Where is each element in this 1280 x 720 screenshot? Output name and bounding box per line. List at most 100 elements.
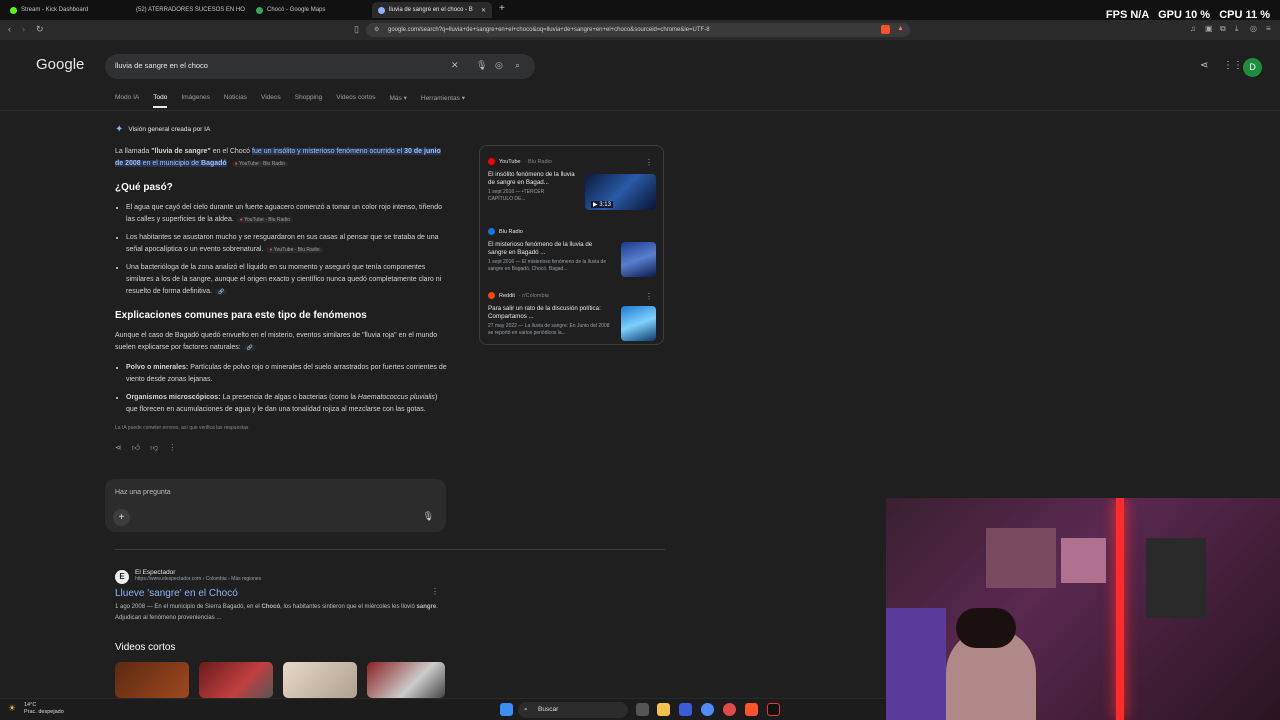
tab-shopping[interactable]: Shopping <box>295 94 322 108</box>
apps-grid-icon[interactable]: ⋮⋮ <box>1223 60 1243 71</box>
tab-youtube[interactable]: (52) ATERRADORES SUCESOS EN HO <box>126 2 246 18</box>
site-favicon: E <box>115 570 129 584</box>
source-pill[interactable]: ● YouTube · Blu Radio <box>266 247 323 253</box>
tab-todo[interactable]: Todo <box>153 94 168 108</box>
more-options-icon[interactable]: ⋮ <box>168 442 176 454</box>
ask-input[interactable]: Haz una pregunta <box>115 489 171 496</box>
tab-imagenes[interactable]: Imágenes <box>181 94 210 108</box>
wallet-icon[interactable]: ◎ <box>1250 24 1257 33</box>
browser-toolbar: ‹ › ↻ ▯ ⚙ google.com/search?q=lluvia+de+… <box>0 20 1280 40</box>
share-icon[interactable]: ⋖ <box>115 442 122 454</box>
brave-shield-icon[interactable] <box>881 25 890 34</box>
kick-icon <box>10 6 17 14</box>
more-options-icon[interactable]: ⋮ <box>645 158 653 167</box>
tab-noticias[interactable]: Noticias <box>224 94 247 108</box>
tab-herramientas[interactable]: Herramientas ▾ <box>421 94 465 108</box>
thumbs-up-icon[interactable]: 👍︎ <box>132 442 140 454</box>
lens-icon[interactable]: ◎ <box>495 60 503 71</box>
clear-icon[interactable]: ✕ <box>451 60 459 71</box>
app-icon[interactable] <box>723 703 736 716</box>
search-icon[interactable]: ⌕ <box>515 60 520 71</box>
avatar[interactable]: D <box>1243 58 1262 77</box>
search-icon: ⌕ <box>524 706 528 713</box>
source-pill[interactable]: ● YouTube · Blu Radio <box>236 217 293 223</box>
site-info-icon[interactable]: ⚙ <box>374 23 379 37</box>
close-tab-icon[interactable]: ✕ <box>481 7 486 14</box>
app-icon[interactable] <box>679 703 692 716</box>
jersey <box>1146 538 1206 618</box>
file-explorer-icon[interactable] <box>657 703 670 716</box>
youtube-icon: ● <box>234 161 238 167</box>
article-thumbnail[interactable] <box>621 242 656 277</box>
short-video-thumbnail[interactable] <box>283 662 357 698</box>
google-logo[interactable]: Google <box>36 56 84 73</box>
hair <box>956 608 1016 648</box>
mic-icon[interactable]: 🎙 <box>476 60 487 71</box>
short-video-thumbnail[interactable] <box>115 662 189 698</box>
ai-overview: ✦ Visión general creada por IA La llamad… <box>115 124 450 454</box>
taskbar: ☀ 14°C Prac. despejado ⌕ Buscar <box>0 698 886 720</box>
google-icon <box>378 6 385 14</box>
thumbs-down-icon[interactable]: 👎︎ <box>150 442 158 454</box>
tab-google-search[interactable]: lluvia de sangre en el choco - B ✕ <box>372 2 492 18</box>
search-result: E ⋮ El Espectador https://www.elespectad… <box>115 569 445 624</box>
tab-mas[interactable]: Más ▾ <box>390 94 407 108</box>
menu-icon[interactable]: ≡ <box>1266 24 1271 33</box>
divider <box>115 549 665 550</box>
list-item: El agua que cayó del cielo durante un fu… <box>126 202 450 226</box>
windows-start-icon[interactable] <box>500 703 513 716</box>
result-link[interactable]: Llueve 'sangre' en el Chocó <box>115 588 445 599</box>
brave-icon[interactable] <box>745 703 758 716</box>
tab-modo-ia[interactable]: Modo IA <box>115 94 139 108</box>
mic-icon[interactable]: 🎙 <box>423 511 434 522</box>
article-thumbnail[interactable] <box>621 306 656 341</box>
source-pill[interactable]: ● YouTube · Blu Radio <box>231 161 288 167</box>
tab-maps[interactable]: Chocó - Google Maps <box>250 2 370 18</box>
tab-kick[interactable]: Stream - Kick Dashboard <box>4 2 124 18</box>
media-icon[interactable]: ♫ <box>1190 24 1196 33</box>
reload-icon[interactable]: ↻ <box>36 24 44 35</box>
reddit-icon <box>488 292 495 299</box>
wall-poster <box>986 528 1056 588</box>
list-item: Los habitantes se asustaron mucho y se r… <box>126 232 450 256</box>
led-strip <box>1116 498 1124 720</box>
taskbar-search[interactable]: ⌕ Buscar <box>518 702 628 718</box>
more-options-icon[interactable]: ⋮ <box>645 292 653 301</box>
task-view-icon[interactable] <box>636 703 649 716</box>
new-tab-button[interactable]: + <box>499 3 505 14</box>
video-thumbnail[interactable]: ▶ 3:13 <box>585 174 656 210</box>
tiktok-icon[interactable] <box>767 703 780 716</box>
ai-intro: La llamada "lluvia de sangre" en el Choc… <box>115 148 441 167</box>
extensions-icon[interactable]: ⧉ <box>1220 24 1226 34</box>
ai-overview-header: ✦ Visión general creada por IA <box>115 124 211 135</box>
share-icon[interactable]: ⋖ <box>1200 60 1208 71</box>
section-heading: ¿Qué pasó? <box>115 182 173 193</box>
short-video-thumbnail[interactable] <box>199 662 273 698</box>
tab-videos[interactable]: Videos <box>261 94 281 108</box>
sidebar-icon[interactable]: ▣ <box>1205 24 1213 33</box>
address-bar[interactable]: ⚙ google.com/search?q=lluvia+de+sangre+e… <box>366 23 910 37</box>
maps-icon <box>256 6 263 14</box>
app-icon[interactable] <box>701 703 714 716</box>
short-video-thumbnail[interactable] <box>367 662 445 698</box>
bookmark-icon[interactable]: ▯ <box>354 24 359 35</box>
download-icon[interactable]: ⤓ <box>1235 24 1239 34</box>
link-icon[interactable]: 🔗 <box>243 345 256 351</box>
search-box[interactable]: lluvia de sangre en el choco ✕ 🎙 ◎ ⌕ <box>105 54 535 79</box>
search-tabs: Modo IA Todo Imágenes Noticias Videos Sh… <box>115 94 465 108</box>
ai-disclaimer: La IA puede cometer errores, así que ver… <box>115 425 249 431</box>
weather-widget[interactable]: 14°C Prac. despejado <box>24 702 64 716</box>
rewards-icon[interactable]: ▲ <box>897 25 904 32</box>
wall-poster <box>1061 538 1106 583</box>
add-button[interactable]: + <box>113 509 130 526</box>
tab-videos-cortos[interactable]: Videos cortos <box>336 94 375 108</box>
search-input[interactable]: lluvia de sangre en el choco <box>115 61 208 70</box>
forward-icon[interactable]: › <box>22 24 25 34</box>
webcam-overlay <box>886 498 1280 720</box>
sparkle-icon: ✦ <box>115 124 124 135</box>
link-icon[interactable]: 🔗 <box>215 289 228 295</box>
back-icon[interactable]: ‹ <box>8 24 11 34</box>
list-item: Polvo o minerales: Partículas de polvo r… <box>126 362 450 386</box>
ask-question-box[interactable]: Haz una pregunta + 🎙 <box>105 479 446 532</box>
more-options-icon[interactable]: ⋮ <box>431 587 439 596</box>
